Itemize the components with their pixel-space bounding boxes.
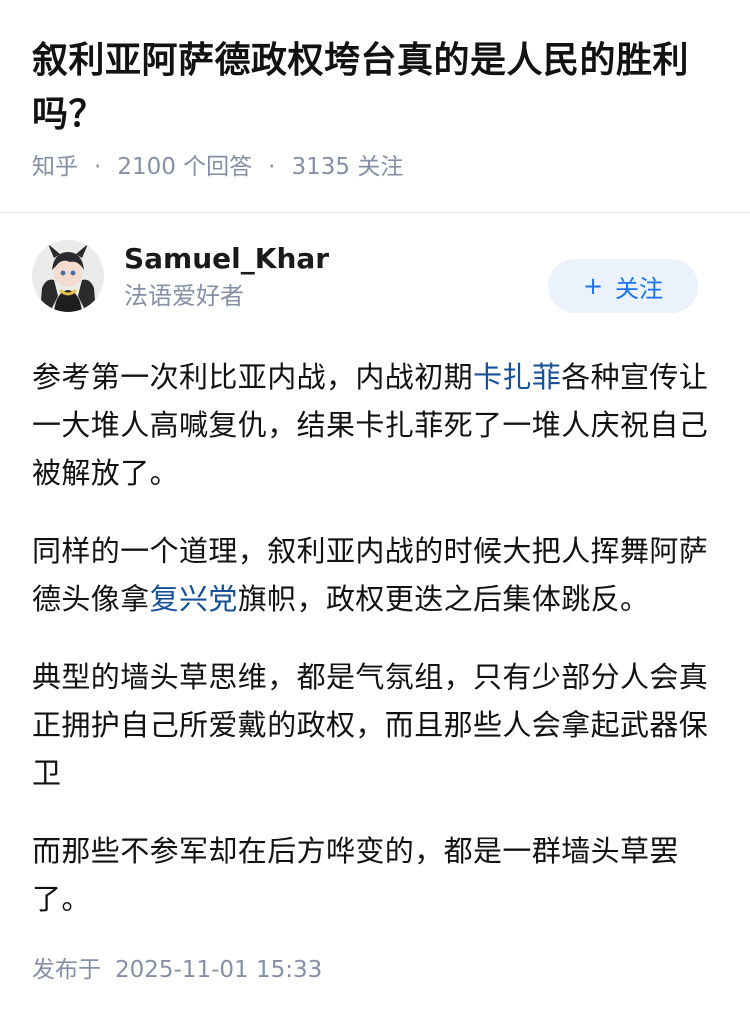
paragraph: 同样的一个道理，叙利亚内战的时候大把人挥舞阿萨德头像拿复兴党旗帜，政权更迭之后集… [32,527,718,623]
paragraph-text: 参考第一次利比亚内战，内战初期 [32,360,474,394]
divider [0,212,750,213]
follow-button[interactable]: + 关注 [548,259,698,313]
author-bio: 法语爱好者 [124,281,244,310]
paragraph-text: 旗帜，政权更迭之后集体跳反。 [237,582,650,616]
separator-dot: · [268,154,276,180]
author-info: Samuel_Khar 法语爱好者 [124,240,329,313]
author-card: Samuel_Khar 法语爱好者 + 关注 [0,221,750,331]
answer-content: 参考第一次利比亚内战，内战初期卡扎菲各种宣传让一大堆人高喊复仇，结果卡扎菲死了一… [0,331,750,923]
follower-count[interactable]: 3135 关注 [291,150,403,184]
paragraph: 典型的墙头草思维，都是气氛组，只有少部分人会真正拥护自己所爱戴的政权，而且那些人… [32,660,709,790]
publish-label: 发布于 [32,957,101,983]
paragraph: 而那些不参军却在后方哗变的，都是一群墙头草罢了。 [32,834,679,916]
question-meta: 知乎 · 2100 个回答 · 3135 关注 [32,150,718,184]
keyword-link-baath-party[interactable]: 复兴党 [150,582,238,616]
avatar-image [32,240,104,312]
author-name[interactable]: Samuel_Khar [124,240,329,278]
source-label[interactable]: 知乎 [32,150,78,184]
plus-icon: + [582,272,604,300]
publish-time: 2025-11-01 15:33 [115,957,323,983]
paragraph: 参考第一次利比亚内战，内战初期卡扎菲各种宣传让一大堆人高喊复仇，结果卡扎菲死了一… [32,353,718,497]
separator-dot: · [94,154,102,180]
publish-info: 发布于 2025-11-01 15:33 [0,953,750,987]
avatar[interactable] [32,240,104,312]
keyword-link-gaddafi[interactable]: 卡扎菲 [473,360,561,394]
follow-label: 关注 [615,274,664,303]
question-header: 叙利亚阿萨德政权垮台真的是人民的胜利吗？ 知乎 · 2100 个回答 · 313… [0,0,750,184]
answer-count[interactable]: 2100 个回答 [117,150,252,184]
question-title[interactable]: 叙利亚阿萨德政权垮台真的是人民的胜利吗？ [32,34,718,142]
